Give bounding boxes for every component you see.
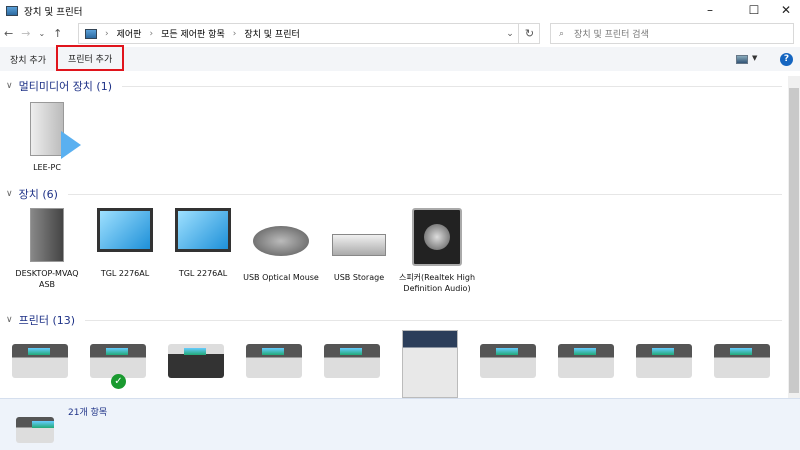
refresh-button[interactable]: ↻ <box>518 23 540 44</box>
breadcrumb-item[interactable]: 제어판 <box>117 27 142 40</box>
group-header-devices[interactable]: ∨ 장치 (6) <box>6 186 782 202</box>
speaker-icon <box>412 208 462 266</box>
printer-icon[interactable] <box>636 344 692 378</box>
device-item[interactable]: DESKTOP-MVAQ ASB <box>8 208 86 294</box>
device-item[interactable]: LEE-PC <box>8 102 86 173</box>
printer-icon[interactable] <box>246 344 302 378</box>
up-icon[interactable]: ↑ <box>53 27 62 40</box>
help-button[interactable]: ? <box>780 53 793 66</box>
scrollbar-thumb[interactable] <box>789 88 799 393</box>
address-bar[interactable]: › 제어판 › 모든 제어판 항목 › 장치 및 프린터 <box>78 23 540 44</box>
device-item[interactable]: USB Optical Mouse <box>242 208 320 294</box>
address-dropdown-icon[interactable]: ⌄ <box>502 23 518 44</box>
pc-media-icon <box>30 102 81 159</box>
monitor-icon <box>97 208 153 252</box>
close-button[interactable]: ✕ <box>768 0 800 20</box>
device-item[interactable]: USB Storage <box>320 208 398 294</box>
status-bar: 21개 항목 <box>0 398 800 450</box>
window-title: 장치 및 프린터 <box>24 7 83 18</box>
default-check-icon: ✓ <box>111 374 126 389</box>
title-bar: 장치 및 프린터 <box>6 2 82 20</box>
multifunction-printer-icon[interactable] <box>402 330 458 398</box>
breadcrumb-item[interactable]: 장치 및 프린터 <box>244 27 299 40</box>
recent-chevron-icon[interactable]: ⌄ <box>38 29 45 38</box>
printer-icon[interactable] <box>558 344 614 378</box>
devices-list: DESKTOP-MVAQ ASB TGL 2276AL TGL 2276AL U… <box>8 208 476 294</box>
add-printer-button[interactable]: 프린터 추가 <box>55 45 125 71</box>
printers-list: ✓ <box>12 330 770 404</box>
printer-icon[interactable] <box>12 344 68 378</box>
group-header-multimedia[interactable]: ∨ 멀티미디어 장치 (1) <box>6 78 782 94</box>
back-icon[interactable]: ← <box>4 27 13 40</box>
devices-printers-icon <box>6 6 18 16</box>
item-count: 21개 항목 <box>68 408 108 418</box>
group-header-printers[interactable]: ∨ 프린터 (13) <box>6 312 782 328</box>
view-dropdown-icon[interactable]: ▼ <box>752 54 757 62</box>
minimize-button[interactable]: – <box>692 0 728 20</box>
printer-icon[interactable] <box>480 344 536 378</box>
fax-icon[interactable] <box>168 344 224 378</box>
device-item[interactable]: TGL 2276AL <box>164 208 242 294</box>
device-item[interactable]: TGL 2276AL <box>86 208 164 294</box>
mouse-icon <box>253 226 309 256</box>
maximize-button[interactable]: ☐ <box>736 0 772 20</box>
usb-storage-icon <box>332 234 386 256</box>
control-panel-icon <box>85 28 97 39</box>
printer-icon[interactable] <box>324 344 380 378</box>
printer-camera-icon <box>16 417 54 443</box>
nav-buttons: ← → ⌄ ↑ <box>4 23 62 43</box>
breadcrumb-item[interactable]: 모든 제어판 항목 <box>161 27 225 40</box>
printer-icon[interactable]: ✓ <box>90 344 146 389</box>
view-options-icon[interactable] <box>736 55 748 64</box>
printer-icon[interactable] <box>714 344 770 378</box>
monitor-icon <box>175 208 231 252</box>
computer-icon <box>30 208 64 262</box>
add-device-button[interactable]: 장치 추가 <box>0 47 56 71</box>
device-item[interactable]: 스피커(Realtek High Definition Audio) <box>398 208 476 294</box>
search-icon: ⌕ <box>559 28 565 39</box>
search-input[interactable]: ⌕ 장치 및 프린터 검색 <box>550 23 794 44</box>
command-bar: 장치 추가 프린터 추가 <box>0 45 800 71</box>
forward-icon[interactable]: → <box>21 27 30 40</box>
